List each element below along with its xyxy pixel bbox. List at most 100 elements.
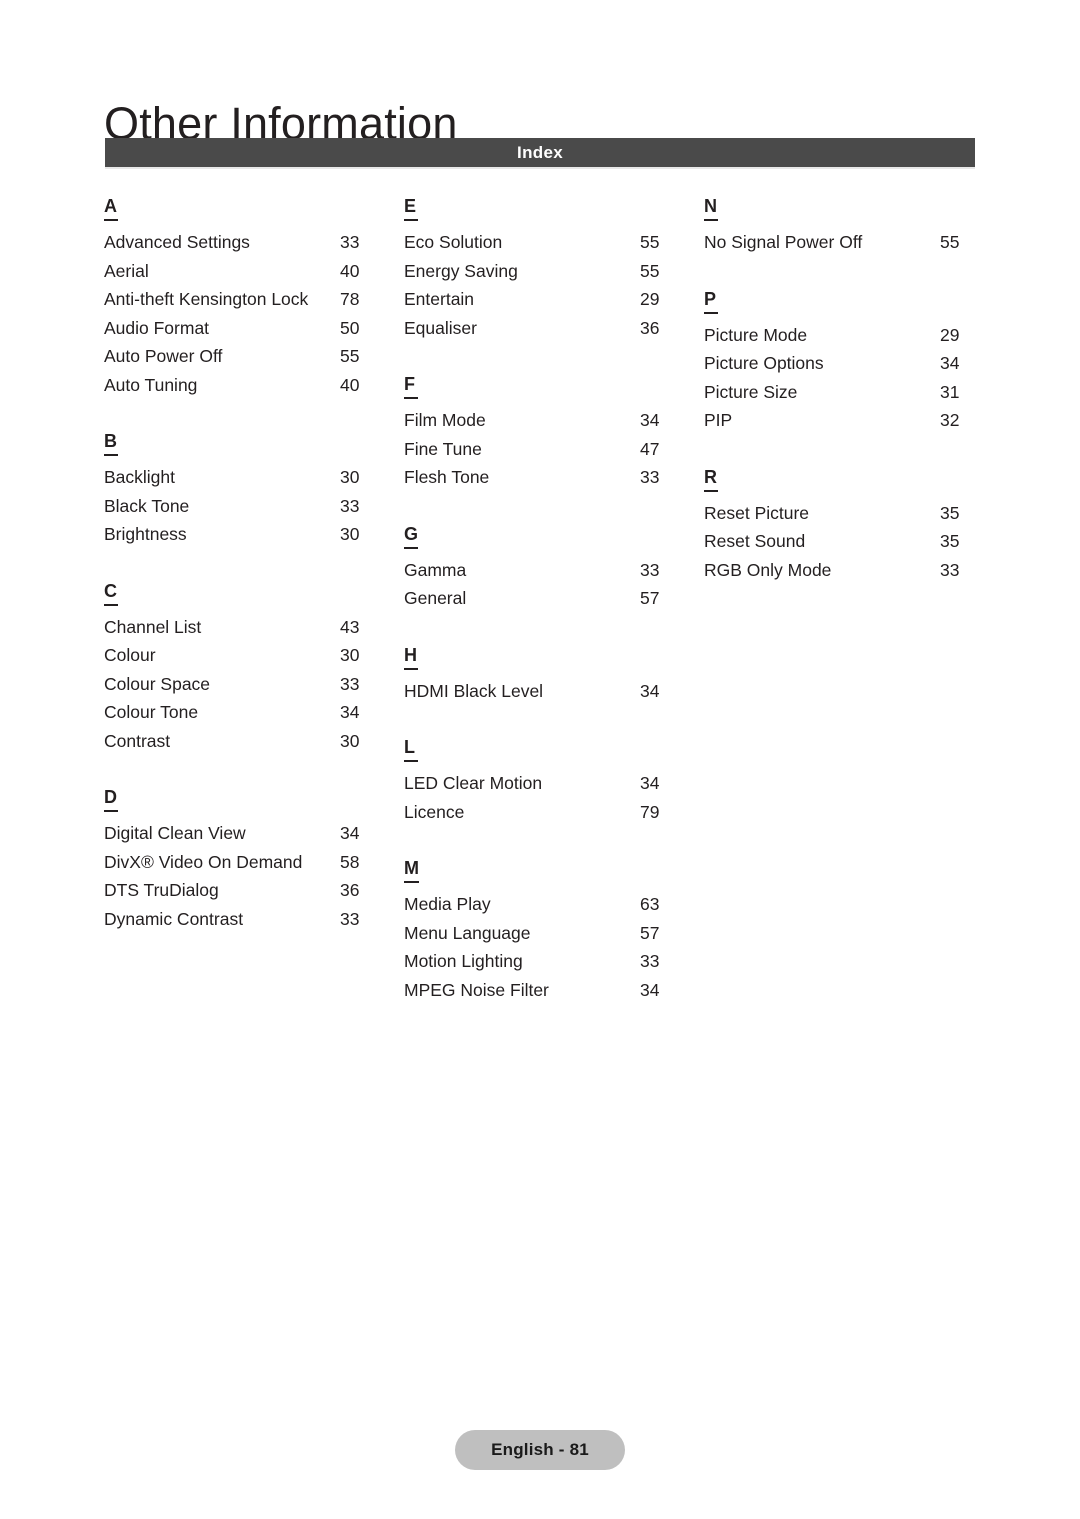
index-entry-name: HDMI Black Level	[404, 680, 544, 701]
index-entry[interactable]: Auto Power Off 55	[104, 342, 404, 371]
index-entry-page-number: 58	[340, 851, 360, 872]
index-entry[interactable]: Contrast 30	[104, 727, 404, 756]
index-entry[interactable]: Fine Tune 47	[404, 435, 704, 464]
index-letter-heading: R	[704, 467, 718, 492]
index-letter-group: F Film Mode 34 Fine Tune 47 Flesh Tone 33	[404, 374, 704, 492]
index-entry-page-number: 33	[940, 559, 960, 580]
index-letter-heading: G	[404, 524, 419, 549]
index-letter-group: P Picture Mode 29 Picture Options 34 Picture …	[704, 289, 1004, 435]
index-entry-name: Gamma	[404, 559, 467, 580]
index-entry[interactable]: Colour 30	[104, 641, 404, 670]
index-entry-page-number: 33	[640, 951, 660, 971]
index-entry[interactable]: Brightness 30	[104, 520, 404, 549]
index-entry-page-number: 36	[340, 880, 360, 900]
index-entry-name: Fine Tune	[404, 438, 482, 459]
index-entry[interactable]: Licence 79	[404, 798, 704, 827]
index-entry-name: Auto Power Off	[104, 346, 223, 366]
index-entry[interactable]: Colour Tone 34	[104, 698, 404, 727]
index-entry-name: Black Tone	[104, 495, 190, 516]
index-entry-page-number: 29	[640, 289, 660, 309]
index-entry[interactable]: Gamma 33	[404, 556, 704, 585]
index-entry[interactable]: Advanced Settings 33	[104, 228, 404, 257]
index-entry-list: No Signal Power Off 55	[704, 228, 1004, 257]
index-entry[interactable]: Eco Solution 55	[404, 228, 704, 257]
index-letter-heading: C	[104, 581, 118, 606]
page-number-label: English - 81	[491, 1440, 589, 1459]
index-entry-list: Channel List 43 Colour 30 Colour Space 33 Colo…	[104, 613, 404, 756]
index-entry-list: HDMI Black Level 34	[404, 677, 704, 706]
index-entry-list: Digital Clean View 34 DivX® Video On Deman…	[104, 819, 404, 933]
index-entry[interactable]: Aerial 40	[104, 257, 404, 286]
index-entry[interactable]: LED Clear Motion 34	[404, 769, 704, 798]
index-entry-name: Digital Clean View	[104, 823, 246, 843]
index-entry[interactable]: MPEG Noise Filter 34	[404, 976, 704, 1005]
index-letter-heading: M	[404, 858, 419, 883]
index-letter-heading: D	[104, 787, 118, 812]
index-entry-name: Colour Tone	[104, 702, 199, 722]
index-column: E Eco Solution 55 Energy Saving 55 Entertain 2…	[404, 196, 704, 1004]
index-entry-page-number: 78	[340, 289, 360, 309]
index-entry-page-number: 32	[940, 410, 960, 430]
index-entry-page-number: 34	[640, 773, 660, 793]
index-entry-name: Aerial	[104, 260, 149, 281]
index-letter-group: M Media Play 63 Menu Language 57 Motion Light…	[404, 858, 704, 1004]
index-letter-heading: P	[704, 289, 718, 314]
index-entry[interactable]: Picture Mode 29	[704, 321, 1004, 350]
index-entry[interactable]: Reset Sound 35	[704, 527, 1004, 556]
index-entry-page-number: 35	[940, 531, 960, 551]
index-entry[interactable]: PIP 32	[704, 406, 1004, 435]
index-entry[interactable]: No Signal Power Off 55	[704, 228, 1004, 257]
index-entry-page-number: 29	[940, 324, 960, 345]
index-entry-page-number: 33	[340, 495, 360, 516]
index-entry[interactable]: Backlight 30	[104, 463, 404, 492]
index-entry[interactable]: Auto Tuning 40	[104, 371, 404, 400]
index-entry[interactable]: Picture Options 34	[704, 349, 1004, 378]
index-entry[interactable]: DTS TruDialog 36	[104, 876, 404, 905]
index-entry-name: Auto Tuning	[104, 374, 198, 395]
index-entry-name: Audio Format	[104, 317, 210, 338]
index-entry[interactable]: Dynamic Contrast 33	[104, 905, 404, 934]
index-entry-page-number: 30	[340, 730, 360, 751]
index-letter-group: A Advanced Settings 33 Aerial 40 Anti-theft K…	[104, 196, 404, 399]
index-letter-group: E Eco Solution 55 Energy Saving 55 Entertain 2…	[404, 196, 704, 342]
index-entry-page-number: 33	[340, 908, 360, 929]
index-entry[interactable]: Media Play 63	[404, 890, 704, 919]
index-entry-name: Media Play	[404, 894, 491, 914]
index-entry-page-number: 33	[640, 467, 660, 487]
index-entry-page-number: 34	[340, 702, 360, 722]
index-entry-page-number: 33	[340, 232, 360, 252]
index-entry[interactable]: Film Mode 34	[404, 406, 704, 435]
index-entry[interactable]: Entertain 29	[404, 285, 704, 314]
index-entry[interactable]: Digital Clean View 34	[104, 819, 404, 848]
index-entry[interactable]: Motion Lighting 33	[404, 947, 704, 976]
index-entry-page-number: 31	[940, 381, 960, 402]
index-entry[interactable]: RGB Only Mode 33	[704, 556, 1004, 585]
index-entry-name: Contrast	[104, 730, 171, 751]
index-entry[interactable]: Anti-theft Kensington Lock 78	[104, 285, 404, 314]
index-entry[interactable]: Energy Saving 55	[404, 257, 704, 286]
index-entry-name: Flesh Tone	[404, 467, 490, 487]
index-entry[interactable]: Picture Size 31	[704, 378, 1004, 407]
index-entry-page-number: 30	[340, 645, 360, 665]
index-entry-name: Picture Mode	[704, 324, 808, 345]
index-entry-name: Reset Sound	[704, 531, 806, 551]
index-entry[interactable]: Colour Space 33	[104, 670, 404, 699]
index-entry-name: Dynamic Contrast	[104, 908, 244, 929]
index-entry-name: DivX® Video On Demand	[104, 851, 303, 872]
index-column: A Advanced Settings 33 Aerial 40 Anti-theft K…	[104, 196, 404, 1004]
index-entry[interactable]: Reset Picture 35	[704, 499, 1004, 528]
index-entry-page-number: 55	[940, 232, 960, 252]
index-entry[interactable]: Equaliser 36	[404, 314, 704, 343]
index-entry[interactable]: Menu Language 57	[404, 919, 704, 948]
index-entry[interactable]: Channel List 43	[104, 613, 404, 642]
index-entry[interactable]: DivX® Video On Demand 58	[104, 848, 404, 877]
index-letter-heading: F	[404, 374, 418, 399]
index-entry-name: Backlight	[104, 467, 176, 487]
index-entry[interactable]: HDMI Black Level 34	[404, 677, 704, 706]
index-entry[interactable]: General 57	[404, 584, 704, 613]
index-entry[interactable]: Flesh Tone 33	[404, 463, 704, 492]
index-entry-page-number: 43	[340, 616, 360, 637]
index-entry[interactable]: Audio Format 50	[104, 314, 404, 343]
index-entry-page-number: 33	[340, 673, 360, 694]
index-entry[interactable]: Black Tone 33	[104, 492, 404, 521]
